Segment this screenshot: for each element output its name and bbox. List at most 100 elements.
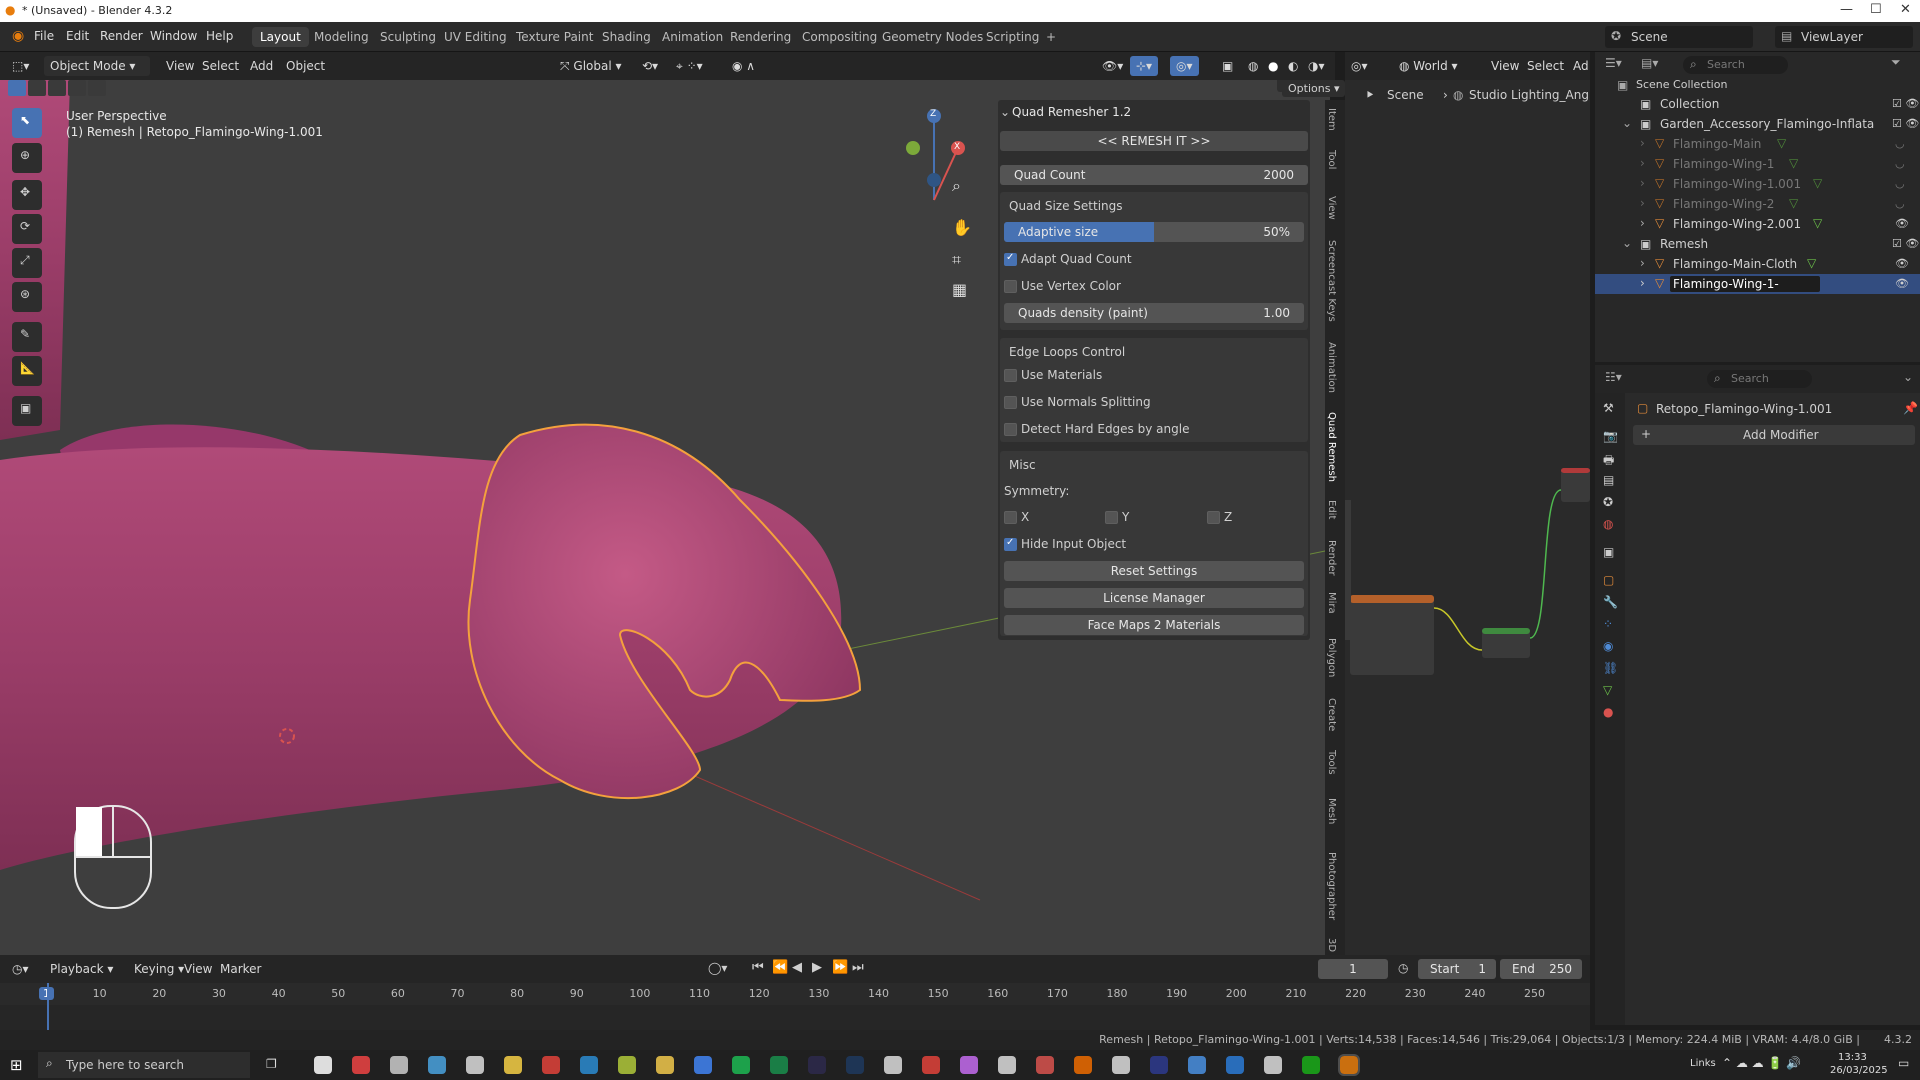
tab-texture-paint[interactable]: Texture Paint (508, 27, 601, 47)
symmetry-y-checkbox[interactable] (1105, 511, 1118, 524)
visibility-icon[interactable]: 👁▾ (1096, 56, 1129, 76)
outliner-row[interactable]: › ▽ Flamingo-Wing-1 ▽ ◡ (1595, 154, 1920, 174)
filter-icon[interactable]: ⏷ (1891, 55, 1901, 70)
visibility-eye-icon[interactable]: 👁 (1895, 257, 1909, 270)
hidden-eye-icon[interactable]: ◡ (1895, 137, 1905, 150)
tab-quad-remesh[interactable]: Quad Remesh (1326, 412, 1337, 482)
chevron-down-icon[interactable]: ⌄ (1903, 370, 1913, 384)
view-layer-tab-icon[interactable]: ▤ (1603, 473, 1614, 487)
adaptive-size-slider[interactable]: Adaptive size 50% (1004, 222, 1304, 242)
output-tab-icon[interactable]: 🖶 (1603, 451, 1614, 472)
tab-layout[interactable]: Layout (252, 27, 309, 47)
tab-animation[interactable]: Animation (654, 27, 731, 47)
clock-date[interactable]: 26/03/2025 (1830, 1065, 1888, 1076)
add-cube-tool-icon[interactable]: ▣ (12, 396, 42, 426)
world-dropdown[interactable]: ◍ World ▾ (1393, 56, 1464, 76)
outliner-row[interactable]: › ▽ Flamingo-Wing-1.001 ▽ ◡ (1595, 174, 1920, 194)
cursor-tool-icon[interactable]: ⊕ (12, 143, 42, 173)
outliner-row[interactable]: ⌄ ▣ Garden_Accessory_Flamingo-Inflatable… (1595, 114, 1920, 134)
menu-window[interactable]: Window (150, 29, 197, 43)
tab-scripting[interactable]: Scripting (978, 27, 1047, 47)
adapt-quad-count-checkbox[interactable]: ✓ (1004, 252, 1017, 266)
select-invert-icon[interactable] (68, 80, 86, 96)
spotify-icon[interactable] (732, 1056, 750, 1074)
outliner-row[interactable]: › ▽ Flamingo-Wing-2 ▽ ◡ (1595, 194, 1920, 214)
app-icon[interactable] (1036, 1056, 1054, 1074)
clock-icon[interactable]: ◷ (1398, 961, 1408, 975)
expand-arrow-icon[interactable]: › (1640, 216, 1645, 230)
select-new-icon[interactable] (8, 80, 26, 96)
menu-object[interactable]: Object (280, 56, 331, 76)
add-modifier-button[interactable]: + Add Modifier (1633, 425, 1915, 445)
jump-start-icon[interactable]: ⏮ (752, 960, 764, 975)
shading-rendered-icon[interactable]: ◑▾ (1302, 56, 1331, 76)
node-menu-select[interactable]: Select (1521, 56, 1570, 76)
task-view-icon[interactable]: ❐ (266, 1057, 277, 1071)
data-tab-icon[interactable]: ▽ (1603, 683, 1612, 697)
node-menu-view[interactable]: View (1485, 56, 1525, 76)
notifications-icon[interactable]: ▭ (1898, 1056, 1909, 1070)
pin-icon[interactable]: 📌 (1903, 401, 1918, 415)
app-icon[interactable] (428, 1056, 446, 1074)
timeline-ruler[interactable]: 1102030405060708090100110120130140150160… (0, 983, 1590, 1005)
vlc-icon[interactable] (922, 1056, 940, 1074)
clock-time[interactable]: 13:33 (1838, 1052, 1867, 1063)
rotate-tool-icon[interactable]: ⟳ (12, 214, 42, 244)
xray-icon[interactable]: ▣ (1216, 56, 1239, 76)
system-tray-icons[interactable]: ⌃ ☁ ☁ 🔋 🔊 (1722, 1056, 1801, 1070)
menu-select[interactable]: Select (196, 56, 245, 76)
properties-search-input[interactable]: ⌕ Search (1707, 370, 1812, 388)
outliner-row[interactable]: ▣ Collection ☑ 👁 (1595, 94, 1920, 114)
display-mode-icon[interactable]: ▤▾ (1641, 56, 1658, 70)
maximize-icon[interactable]: ☐ (1870, 2, 1882, 17)
start-frame-field[interactable]: Start 1 (1418, 959, 1496, 979)
expand-arrow-icon[interactable]: › (1640, 276, 1645, 290)
modifier-tab-icon[interactable]: 🔧 (1603, 595, 1618, 609)
camera-view-icon[interactable]: ⌗ (952, 250, 961, 270)
tab-view[interactable]: View (1326, 196, 1337, 220)
visibility-eye-icon[interactable]: 👁 (1895, 217, 1909, 230)
scale-tool-icon[interactable]: ⤢ (12, 248, 42, 278)
tab-render[interactable]: Render (1326, 540, 1337, 576)
detect-hard-edges-checkbox[interactable] (1004, 423, 1017, 436)
node-editor-type-icon[interactable]: ◎▾ (1345, 56, 1374, 76)
app-icon[interactable] (1264, 1056, 1282, 1074)
visibility-eye-icon[interactable]: ☑ 👁 (1892, 97, 1919, 110)
tab-rendering[interactable]: Rendering (722, 27, 799, 47)
menu-marker[interactable]: Marker (214, 959, 267, 979)
proportional-edit-icon[interactable]: ◉ ∧ (726, 56, 761, 76)
gizmo-toggle-icon[interactable]: ⊹▾ (1130, 56, 1159, 76)
vscode-icon[interactable] (1226, 1056, 1244, 1074)
use-normals-splitting-checkbox[interactable] (1004, 396, 1017, 409)
outliner-row-selected[interactable]: › ▽ Flamingo-Wing-1- 👁 (1595, 274, 1920, 294)
play-reverse-icon[interactable]: ◀ (792, 960, 802, 975)
auto-key-icon[interactable]: ◯▾ (708, 961, 727, 975)
close-icon[interactable]: ✕ (1900, 2, 1911, 17)
face-maps-button[interactable]: Face Maps 2 Materials (1004, 615, 1304, 635)
wechat-icon[interactable] (1302, 1056, 1320, 1074)
menu-view-timeline[interactable]: View (178, 959, 218, 979)
menu-playback[interactable]: Playback ▾ (44, 959, 119, 979)
measure-tool-icon[interactable]: 📐 (12, 356, 42, 386)
visibility-eye-icon[interactable]: 👁 (1895, 277, 1909, 290)
move-tool-icon[interactable]: ✥ (12, 180, 42, 210)
menu-add[interactable]: Add (244, 56, 279, 76)
outliner-row[interactable]: › ▽ Flamingo-Wing-2.001 ▽ 👁 (1595, 214, 1920, 234)
add-workspace-button[interactable]: + (1038, 27, 1064, 47)
world-tab-icon[interactable]: ◍ (1603, 517, 1613, 531)
expand-arrow-icon[interactable]: › (1640, 136, 1645, 150)
menu-render[interactable]: Render (100, 29, 143, 43)
tab-modeling[interactable]: Modeling (306, 27, 377, 47)
app-icon[interactable] (1188, 1056, 1206, 1074)
constraints-tab-icon[interactable]: ⛓ (1603, 661, 1618, 675)
tab-animation-side[interactable]: Animation (1326, 342, 1337, 393)
sync-icon[interactable] (998, 1056, 1016, 1074)
expand-arrow-icon[interactable]: › (1640, 256, 1645, 270)
app-icon[interactable] (466, 1056, 484, 1074)
visibility-eye-icon[interactable]: ☑ 👁 (1892, 237, 1919, 250)
tab-photographer[interactable]: Photographer (1326, 852, 1337, 920)
outliner-row[interactable]: › ▽ Flamingo-Main ▽ ◡ (1595, 134, 1920, 154)
select-extend-icon[interactable] (28, 80, 46, 96)
file-explorer-icon[interactable] (656, 1056, 674, 1074)
blender-icon[interactable] (1338, 1054, 1360, 1076)
